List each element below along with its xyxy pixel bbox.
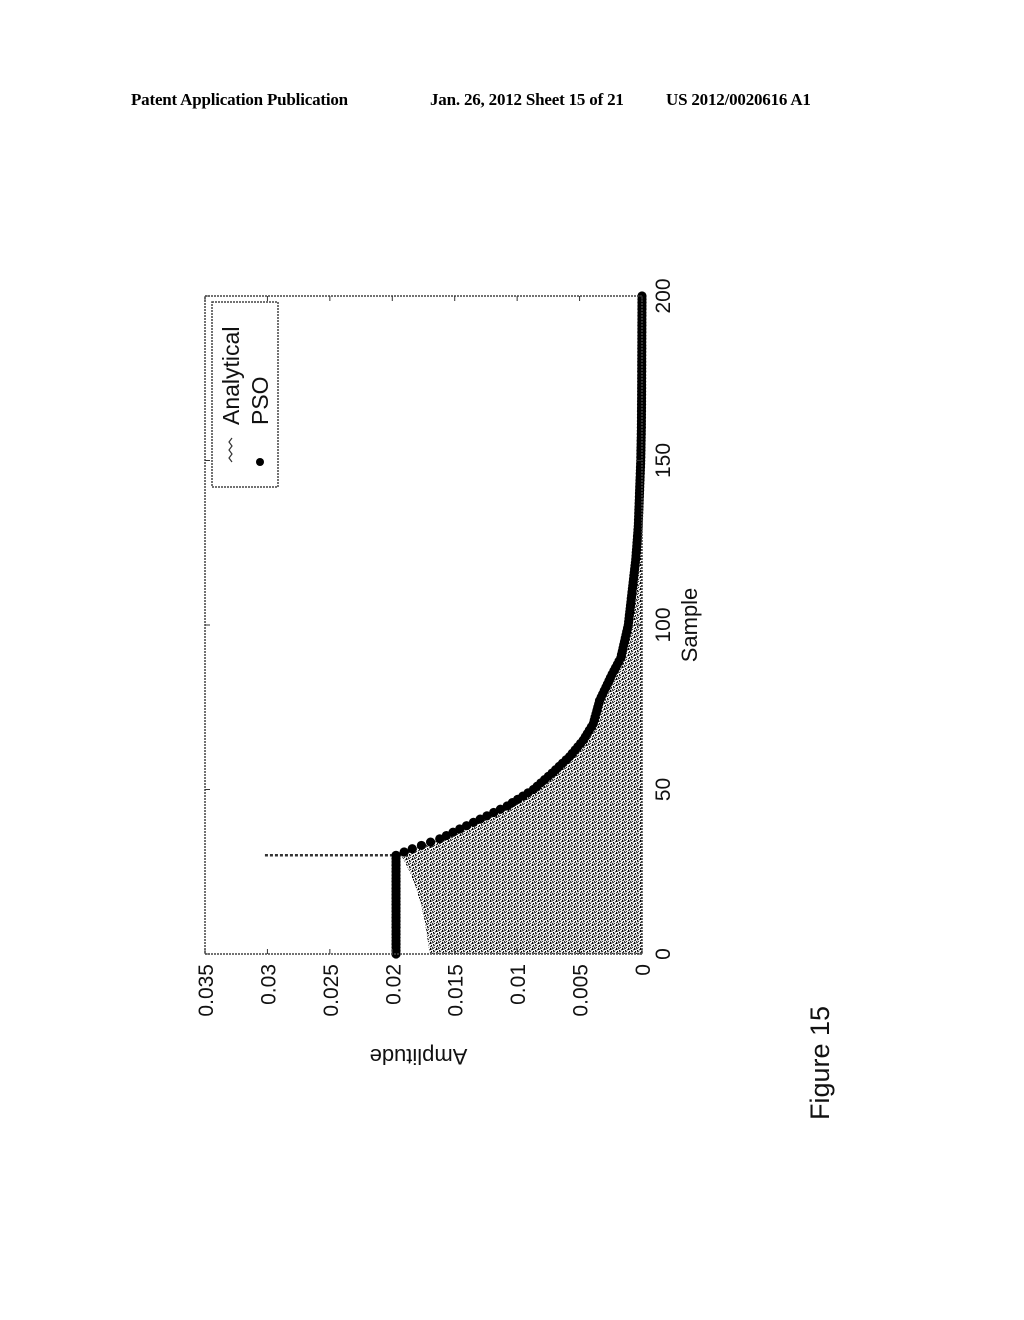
amplitude-tick-labels: 0 0.005 0.01 0.015 0.02 0.025 0.03 0.035 [195, 964, 655, 1017]
sample-tick-label: 0 [652, 948, 675, 960]
y-axis-title: Amplitude [370, 1044, 468, 1069]
sample-tick-label: 100 [652, 607, 675, 642]
legend-analytical-label: Analytical [218, 327, 244, 425]
amplitude-tick-label: 0.035 [195, 964, 218, 1017]
legend-pso-label: PSO [247, 376, 273, 425]
pso-point [416, 840, 427, 851]
amplitude-tick-label: 0.025 [320, 964, 343, 1017]
sample-tick-label: 150 [652, 443, 675, 478]
amplitude-tick-label: 0.03 [257, 964, 280, 1005]
pso-point [391, 850, 401, 860]
amplitude-tick-label: 0.01 [507, 964, 530, 1005]
x-axis-title: Sample [677, 588, 702, 663]
chart: 0 50 100 150 200 0 0.005 0.01 0.015 0.02 0.025 0.0… [195, 278, 835, 1120]
analytical-series [264, 296, 642, 954]
legend: Analytical PSO [211, 301, 279, 488]
legend-pso-marker [256, 458, 264, 466]
pso-point [425, 837, 436, 847]
amplitude-tick-label: 0 [632, 964, 655, 976]
analytical-region [401, 296, 642, 954]
amplitude-tick-label: 0.015 [445, 964, 468, 1017]
sample-tick-labels: 0 50 100 150 200 [652, 278, 675, 959]
figure-label: Figure 15 [805, 1006, 835, 1120]
amplitude-tick-label: 0.005 [570, 964, 593, 1017]
sample-tick-label: 200 [652, 278, 675, 313]
amplitude-tick-label: 0.02 [382, 964, 405, 1005]
pso-point [399, 847, 409, 857]
pso-point [407, 844, 417, 854]
sample-tick-label: 50 [652, 778, 675, 801]
